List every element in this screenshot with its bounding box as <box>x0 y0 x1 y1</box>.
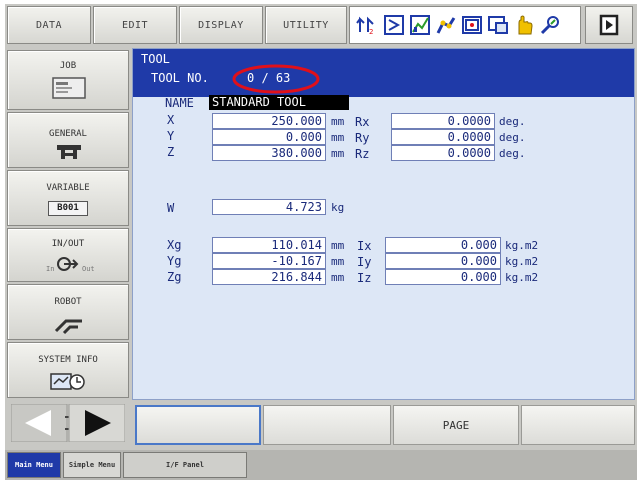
robot-mode-icon <box>436 17 456 34</box>
robot-label: ROBOT <box>54 297 82 307</box>
tool-no-label: TOOL NO. <box>151 71 209 85</box>
tab-if-panel[interactable]: I/F Panel <box>123 452 247 478</box>
menu-utility[interactable]: UTILITY <box>265 6 347 44</box>
hand-icon <box>518 15 533 35</box>
job-icon <box>52 77 86 99</box>
function-bar: PAGE <box>135 405 635 445</box>
chart-icon <box>410 15 430 35</box>
x-unit: mm <box>331 115 345 128</box>
z-field[interactable]: 380.000 <box>212 145 326 161</box>
rz-field[interactable]: 0.0000 <box>391 145 495 161</box>
menu-display[interactable]: DISPLAY <box>179 6 263 44</box>
back-arrow-button[interactable] <box>11 404 67 442</box>
ix-label: Ix <box>357 239 372 253</box>
x-label: X <box>167 113 175 127</box>
xg-label: Xg <box>167 238 182 252</box>
iz-field[interactable]: 0.000 <box>385 269 501 285</box>
iy-label: Iy <box>357 255 372 269</box>
pendant-screen: DATA EDIT DISPLAY UTILITY 2 JOB GENERAL … <box>5 4 637 480</box>
sidebar-general-button[interactable]: GENERAL <box>7 112 129 168</box>
rx-field[interactable]: 0.0000 <box>391 113 495 129</box>
ix-unit: kg.m2 <box>505 239 539 252</box>
step-icon <box>599 14 619 36</box>
sidebar-system-info-button[interactable]: SYSTEM INFO <box>7 342 129 398</box>
rx-unit: deg. <box>499 115 526 128</box>
frame-icon <box>462 16 482 34</box>
job-label: JOB <box>59 61 77 71</box>
iz-unit: kg.m2 <box>505 271 539 284</box>
general-icon <box>57 145 81 159</box>
variable-label: VARIABLE <box>46 183 90 193</box>
y-field[interactable]: 0.000 <box>212 129 326 145</box>
tool-panel: TOOL TOOL NO. 0 / 63 NAME STANDARD TOOL … <box>132 48 635 400</box>
ix-field[interactable]: 0.000 <box>385 237 501 253</box>
tab-simple-menu[interactable]: Simple Menu <box>63 452 121 478</box>
highlight-circle <box>232 64 320 94</box>
general-label: GENERAL <box>49 129 87 139</box>
page-label: PAGE <box>442 418 470 432</box>
menu-edit[interactable]: EDIT <box>93 6 177 44</box>
out-label: Out <box>82 265 95 273</box>
iy-unit: kg.m2 <box>505 255 539 268</box>
w-field[interactable]: 4.723 <box>212 199 326 215</box>
page-button[interactable]: PAGE <box>393 405 519 445</box>
name-value[interactable]: STANDARD TOOL <box>209 95 349 110</box>
coordinate-icon: 2 <box>356 15 377 36</box>
servo-icon <box>540 16 559 35</box>
svg-text:2: 2 <box>369 28 373 36</box>
yg-unit: mm <box>331 255 345 268</box>
ry-label: Ry <box>355 131 370 145</box>
rx-label: Rx <box>355 115 370 129</box>
zg-field[interactable]: 216.844 <box>212 269 326 285</box>
function-key-4[interactable] <box>521 405 635 445</box>
w-unit: kg <box>331 201 345 214</box>
w-label: W <box>167 201 175 215</box>
sidebar-variable-button[interactable]: VARIABLE B001 <box>7 170 129 226</box>
z-label: Z <box>167 145 175 159</box>
xg-field[interactable]: 110.014 <box>212 237 326 253</box>
system-info-icon <box>50 373 85 390</box>
nav-panel <box>7 402 129 444</box>
iy-field[interactable]: 0.000 <box>385 253 501 269</box>
sidebar-job-button[interactable]: JOB <box>7 50 129 110</box>
io-icon <box>57 257 79 271</box>
forward-arrow-button[interactable] <box>69 404 125 442</box>
ry-field[interactable]: 0.0000 <box>391 129 495 145</box>
rz-label: Rz <box>355 147 370 161</box>
function-key-2[interactable] <box>263 405 391 445</box>
name-label: NAME <box>165 96 194 110</box>
function-key-1[interactable] <box>135 405 261 445</box>
in-label: In <box>46 265 55 273</box>
speed-icon <box>384 15 404 35</box>
sidebar-robot-button[interactable]: ROBOT <box>7 284 129 340</box>
xg-unit: mm <box>331 239 345 252</box>
rz-unit: deg. <box>499 147 526 160</box>
iz-label: Iz <box>357 271 372 285</box>
robot-arm-icon <box>54 319 82 335</box>
ry-unit: deg. <box>499 131 526 144</box>
y-label: Y <box>167 129 175 143</box>
sidebar-inout-button[interactable]: IN/OUT In Out <box>7 228 129 282</box>
status-icons: 2 <box>349 6 581 44</box>
yg-field[interactable]: -10.167 <box>212 253 326 269</box>
zg-label: Zg <box>167 270 182 284</box>
memory-icon <box>488 16 508 34</box>
variable-badge: B001 <box>48 201 88 216</box>
tool-header: TOOL <box>141 52 170 66</box>
step-button[interactable] <box>585 6 633 44</box>
zg-unit: mm <box>331 271 345 284</box>
tab-main-menu[interactable]: Main Menu <box>7 452 61 478</box>
top-menu-bar: DATA EDIT DISPLAY UTILITY 2 <box>5 4 637 46</box>
menu-data[interactable]: DATA <box>7 6 91 44</box>
inout-label: IN/OUT <box>51 239 85 249</box>
y-unit: mm <box>331 131 345 144</box>
bottom-tabs: Main Menu Simple Menu I/F Panel <box>5 450 637 480</box>
x-field[interactable]: 250.000 <box>212 113 326 129</box>
system-info-label: SYSTEM INFO <box>38 355 98 365</box>
z-unit: mm <box>331 147 345 160</box>
yg-label: Yg <box>167 254 182 268</box>
